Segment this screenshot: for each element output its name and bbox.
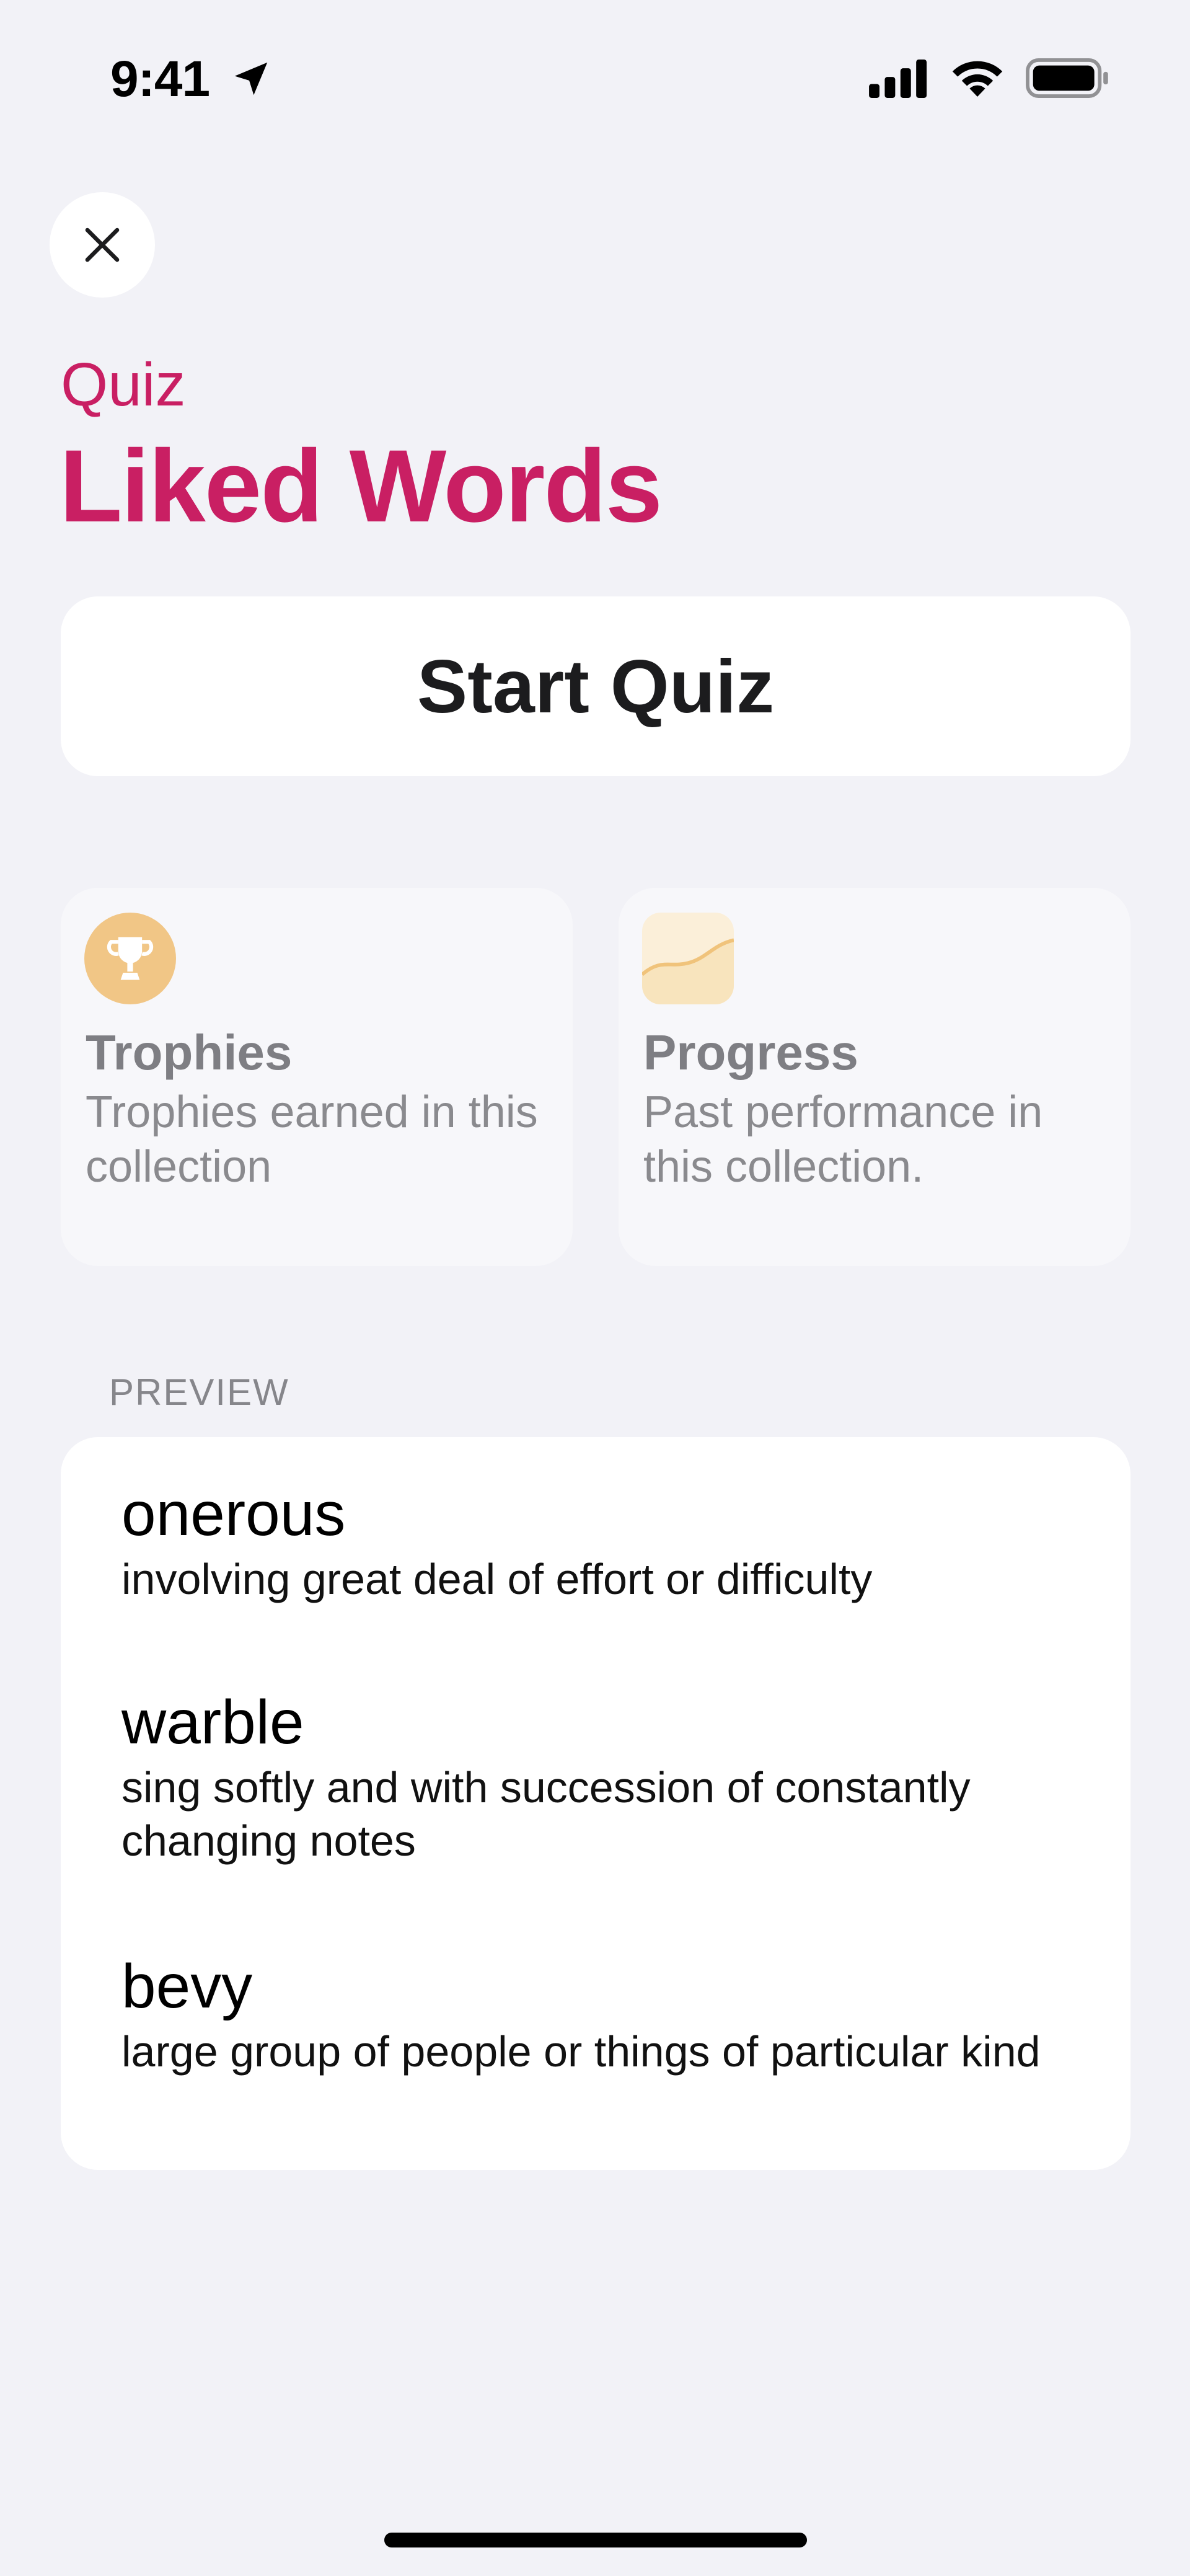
list-item: warble sing softly and with succession o…	[121, 1685, 1088, 1867]
word-term: bevy	[121, 1952, 253, 2021]
word-term: onerous	[121, 1479, 346, 1549]
close-button[interactable]	[50, 192, 155, 298]
preview-header: PREVIEW	[109, 1371, 289, 1413]
location-arrow-icon	[234, 62, 268, 95]
card-description: Trophies earned in this collection	[86, 1087, 538, 1192]
card-description: Past performance in this collection.	[643, 1087, 1043, 1192]
signal-icon	[869, 60, 927, 98]
preview-list: onerous involving great deal of effort o…	[61, 1437, 1130, 2170]
word-definition: involving great deal of effort or diffic…	[121, 1555, 873, 1603]
card-title: Trophies	[86, 1025, 293, 1080]
word-definition: large group of people or things of parti…	[121, 2027, 1041, 2076]
home-indicator[interactable]	[384, 2533, 807, 2547]
status-time: 9:41	[110, 51, 210, 107]
word-definition: sing softly and with succession of const…	[121, 1763, 971, 1865]
status-bar: 9:41	[0, 0, 1190, 155]
wifi-icon	[952, 61, 1003, 97]
progress-card[interactable]: Progress Past performance in this collec…	[619, 888, 1130, 1266]
trophies-card[interactable]: Trophies Trophies earned in this collect…	[61, 888, 573, 1266]
battery-icon	[1026, 58, 1108, 98]
page-title: Liked Words	[60, 429, 663, 544]
card-title: Progress	[643, 1025, 858, 1080]
list-item: onerous involving great deal of effort o…	[121, 1477, 1088, 1606]
close-icon	[85, 228, 120, 262]
word-term: warble	[121, 1688, 304, 1757]
quiz-eyebrow: Quiz	[61, 350, 186, 418]
progress-chart-icon	[642, 913, 734, 1004]
list-item: bevy large group of people or things of …	[121, 1949, 1088, 2078]
trophy-icon	[84, 913, 176, 1004]
start-quiz-button[interactable]: Start Quiz	[61, 596, 1130, 776]
